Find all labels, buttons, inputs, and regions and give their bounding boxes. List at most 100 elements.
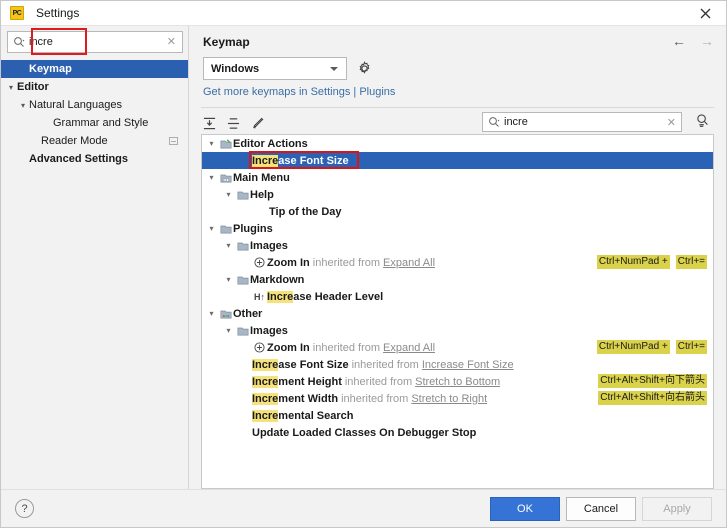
tree-row[interactable]: Increment Heightinherited fromStretch to… [202,373,713,390]
inherited-from-link[interactable]: Expand All [383,342,435,354]
pycharm-icon: PC [10,6,24,20]
apply-button[interactable]: Apply [642,497,712,521]
search-match-highlight: Incre [252,376,278,388]
inherited-from-text: inherited from [352,359,419,371]
keymap-search-box[interactable]: ✕ [482,112,682,132]
help-button[interactable]: ? [15,499,34,518]
chevron-down-icon[interactable]: ▾ [5,83,17,92]
search-icon [488,116,500,128]
tree-row[interactable]: Increment Widthinherited fromStretch to … [202,390,713,407]
tree-row[interactable]: Increase Font Sizeinherited fromIncrease… [202,356,713,373]
folder-icon [235,274,250,286]
keymap-tree[interactable]: ▾Editor Actions Increase Font Size ▾Main M… [201,134,714,489]
tree-row-label: Increase Font Size [252,359,349,371]
inherited-from-link[interactable]: Stretch to Right [411,393,487,405]
tree-row[interactable]: ▾Other [202,305,713,322]
settings-sidebar: ✕ Keymap▾Editor▾Natural LanguagesGrammar… [1,26,189,489]
tree-row[interactable]: ▾ Plugins [202,220,713,237]
edit-shortcut-icon[interactable] [251,117,264,130]
tree-row[interactable]: Increase Font Size [202,152,713,169]
arrow-right-icon[interactable]: → [700,34,714,48]
search-match-highlight: Incre [252,410,278,422]
tree-row[interactable]: ▾Main Menu [202,169,713,186]
sidebar-item-keymap[interactable]: Keymap [1,60,188,78]
tree-row-label: Increase Font Size [252,155,349,167]
other-icon [218,308,233,320]
tree-row[interactable]: ▾Editor Actions [202,135,713,152]
tree-row-label: Images [250,325,288,337]
chevron-down-icon[interactable]: ▾ [222,326,235,335]
tree-row[interactable]: Tip of the Day [202,203,713,220]
main-menu-icon [218,172,233,184]
inherited-from-link[interactable]: Expand All [383,257,435,269]
sidebar-item-label: Editor [17,81,49,93]
sidebar-item-advanced-settings[interactable]: Advanced Settings [1,150,188,168]
tree-row-label: Increment Height [252,376,342,388]
inherited-from-link[interactable]: Increase Font Size [422,359,514,371]
settings-link[interactable]: Settings [311,86,351,98]
chevron-down-icon[interactable]: ▾ [222,241,235,250]
tree-row[interactable]: Zoom Ininherited fromExpand AllCtrl+NumP… [202,339,713,356]
tree-row-label: Plugins [233,223,273,235]
shortcut-badge: Ctrl+NumPad + [597,255,670,269]
sidebar-search-box[interactable]: ✕ [7,31,183,53]
collapse-all-icon[interactable] [227,117,240,130]
chevron-down-icon[interactable]: ▾ [17,101,29,110]
tree-row-label: Help [250,189,274,201]
tree-row[interactable]: ▾ Markdown [202,271,713,288]
chevron-down-icon[interactable]: ▾ [222,275,235,284]
inherited-from-text: inherited from [313,257,380,269]
tree-row-label: Markdown [250,274,304,286]
ok-button[interactable]: OK [490,497,560,521]
keymap-search-input[interactable] [504,116,644,128]
sidebar-search-input[interactable] [29,36,149,48]
tree-row[interactable]: ▾Images [202,237,713,254]
tree-row-label: Update Loaded Classes On Debugger Stop [252,427,476,439]
chevron-down-icon[interactable]: ▾ [205,173,218,182]
tree-row-label: Increase Header Level [267,291,383,303]
chevron-down-icon[interactable]: ▾ [205,309,218,318]
folder-icon [235,325,250,337]
tree-row[interactable]: Update Loaded Classes On Debugger Stop [202,424,713,441]
sidebar-item-reader-mode[interactable]: Reader Mode [1,132,188,150]
expand-all-icon[interactable] [203,117,216,130]
link-separator: | [350,86,359,98]
sidebar-item-natural-languages[interactable]: ▾Natural Languages [1,96,188,114]
clear-icon[interactable]: ✕ [667,116,676,129]
tree-row-label: Zoom In [267,342,310,354]
sidebar-item-label: Grammar and Style [53,117,148,129]
shortcut-badge: Ctrl+Alt+Shift+向下箭头 [598,374,707,388]
sidebar-item-label: Keymap [29,63,72,75]
tree-row[interactable]: Incremental Search [202,407,713,424]
dialog-buttons: OK Cancel Apply [490,497,712,521]
chevron-down-icon[interactable]: ▾ [222,190,235,199]
search-match-highlight: Incre [252,359,278,371]
chevron-down-icon[interactable]: ▾ [205,224,218,233]
arrow-left-icon[interactable]: ← [672,34,686,48]
editor-actions-icon [218,138,233,150]
shortcut-badge: Ctrl+= [676,255,707,269]
tree-row[interactable]: Zoom Ininherited fromExpand AllCtrl+NumP… [202,254,713,271]
gear-icon[interactable] [357,61,372,76]
tree-row[interactable]: ▾ Help [202,186,713,203]
chevron-down-icon[interactable]: ▾ [205,139,218,148]
sidebar-item-grammar-and-style[interactable]: Grammar and Style [1,114,188,132]
clear-icon[interactable]: ✕ [167,36,176,48]
tree-row[interactable]: ▾ Images [202,322,713,339]
title-bar: PC Settings [1,1,726,26]
folder-icon [218,223,233,235]
cancel-button[interactable]: Cancel [566,497,636,521]
plugins-link[interactable]: Plugins [359,86,395,98]
keymap-select[interactable]: Windows [203,57,347,80]
nav-arrows: ← → [672,34,714,48]
reader-mode-indicator-icon [169,137,178,145]
sidebar-item-editor[interactable]: ▾Editor [1,78,188,96]
tree-row-label: Tip of the Day [269,206,342,218]
find-by-shortcut-icon[interactable] [695,113,710,128]
tree-row[interactable]: H↑Increase Header Level [202,288,713,305]
close-icon[interactable] [684,1,726,26]
sidebar-tree: Keymap▾Editor▾Natural LanguagesGrammar a… [1,58,188,168]
get-more-keymaps-prefix: Get more keymaps in [203,86,311,98]
zoom-in-icon [252,257,267,268]
inherited-from-link[interactable]: Stretch to Bottom [415,376,500,388]
